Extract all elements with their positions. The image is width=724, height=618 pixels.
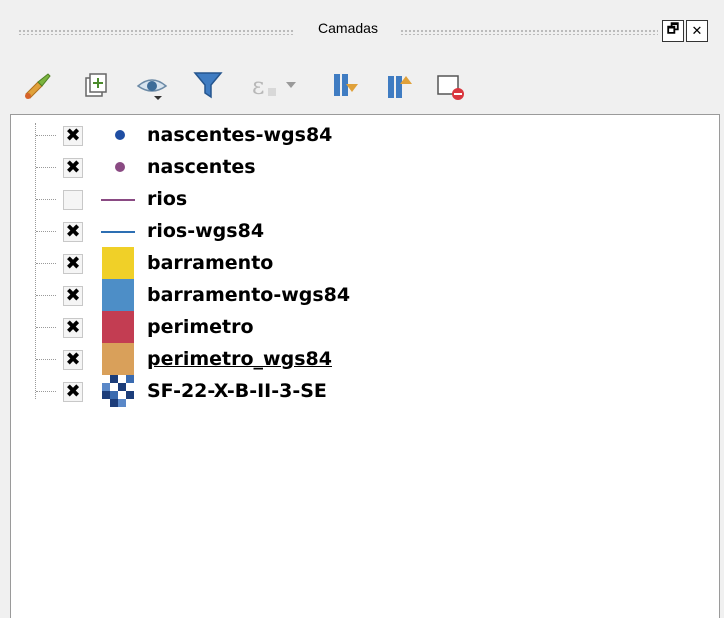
layers-panel: Camadas 🗗 ✕ ε ✖ nascentes-wgs84 ✖ nascen… [0, 0, 724, 618]
point-symbol-icon [99, 119, 135, 151]
paintbrush-icon[interactable] [20, 68, 56, 102]
layer-row-barramento[interactable]: ✖ barramento [11, 247, 711, 279]
remove-layer-icon[interactable] [432, 68, 468, 102]
layer-visibility-checkbox[interactable]: ✖ [63, 222, 83, 242]
tree-branch [36, 231, 56, 232]
polygon-symbol-icon [99, 279, 135, 311]
polygon-symbol-icon [99, 343, 135, 375]
tree-branch [36, 391, 56, 392]
layer-name: nascentes [147, 156, 256, 178]
tree-branch [36, 295, 56, 296]
polygon-symbol-icon [99, 247, 135, 279]
layer-visibility-checkbox[interactable] [63, 190, 83, 210]
tree-branch [36, 359, 56, 360]
layers-toolbar: ε [20, 62, 620, 110]
layer-name: barramento-wgs84 [147, 284, 351, 306]
expand-all-icon[interactable] [326, 68, 362, 102]
layer-name: nascentes-wgs84 [147, 124, 333, 146]
layer-visibility-checkbox[interactable]: ✖ [63, 126, 83, 146]
float-panel-icon[interactable]: 🗗 [662, 20, 684, 42]
layer-visibility-checkbox[interactable]: ✖ [63, 318, 83, 338]
add-group-icon[interactable] [78, 68, 114, 102]
layer-name: perimetro_wgs84 [147, 348, 332, 370]
layer-visibility-checkbox[interactable]: ✖ [63, 254, 83, 274]
panel-title: Camadas [318, 20, 378, 36]
layer-row-barramento-wgs84[interactable]: ✖ barramento-wgs84 [11, 279, 711, 311]
tree-branch [36, 199, 56, 200]
line-symbol-icon [99, 215, 135, 247]
eye-visibility-icon[interactable] [134, 68, 170, 102]
layer-row-nascentes[interactable]: ✖ nascentes [11, 151, 711, 183]
layer-visibility-checkbox[interactable]: ✖ [63, 286, 83, 306]
layer-visibility-checkbox[interactable]: ✖ [63, 382, 83, 402]
layer-row-perimetro[interactable]: ✖ perimetro [11, 311, 711, 343]
layer-visibility-checkbox[interactable]: ✖ [63, 350, 83, 370]
line-symbol-icon [99, 183, 135, 215]
layer-row-raster[interactable]: ✖ SF-22-X-B-II-3-SE [11, 375, 711, 407]
layer-row-rios-wgs84[interactable]: ✖ rios-wgs84 [11, 215, 711, 247]
layer-row-rios[interactable]: rios [11, 183, 711, 215]
layer-name: rios [147, 188, 188, 210]
polygon-symbol-icon [99, 311, 135, 343]
layer-tree[interactable]: ✖ nascentes-wgs84 ✖ nascentes rios ✖ rio… [10, 114, 720, 618]
filter-icon[interactable] [190, 68, 226, 102]
close-panel-icon[interactable]: ✕ [686, 20, 708, 42]
panel-title-bar[interactable]: Camadas 🗗 ✕ [8, 12, 720, 50]
svg-text:ε: ε [252, 72, 264, 100]
layer-name: rios-wgs84 [147, 220, 265, 242]
tree-branch [36, 167, 56, 168]
layer-visibility-checkbox[interactable]: ✖ [63, 158, 83, 178]
layer-name: barramento [147, 252, 274, 274]
collapse-all-icon[interactable] [380, 68, 416, 102]
title-grip-right [400, 29, 658, 35]
tree-branch [36, 263, 56, 264]
title-grip-left [18, 29, 294, 35]
layer-row-nascentes-wgs84[interactable]: ✖ nascentes-wgs84 [11, 119, 711, 151]
filter-expression-icon[interactable]: ε [246, 68, 310, 102]
layer-row-perimetro-wgs84[interactable]: ✖ perimetro_wgs84 [11, 343, 711, 375]
tree-branch [36, 135, 56, 136]
layer-name: SF-22-X-B-II-3-SE [147, 380, 327, 402]
raster-symbol-icon [99, 375, 135, 407]
tree-branch [36, 327, 56, 328]
layer-name: perimetro [147, 316, 254, 338]
point-symbol-icon [99, 151, 135, 183]
